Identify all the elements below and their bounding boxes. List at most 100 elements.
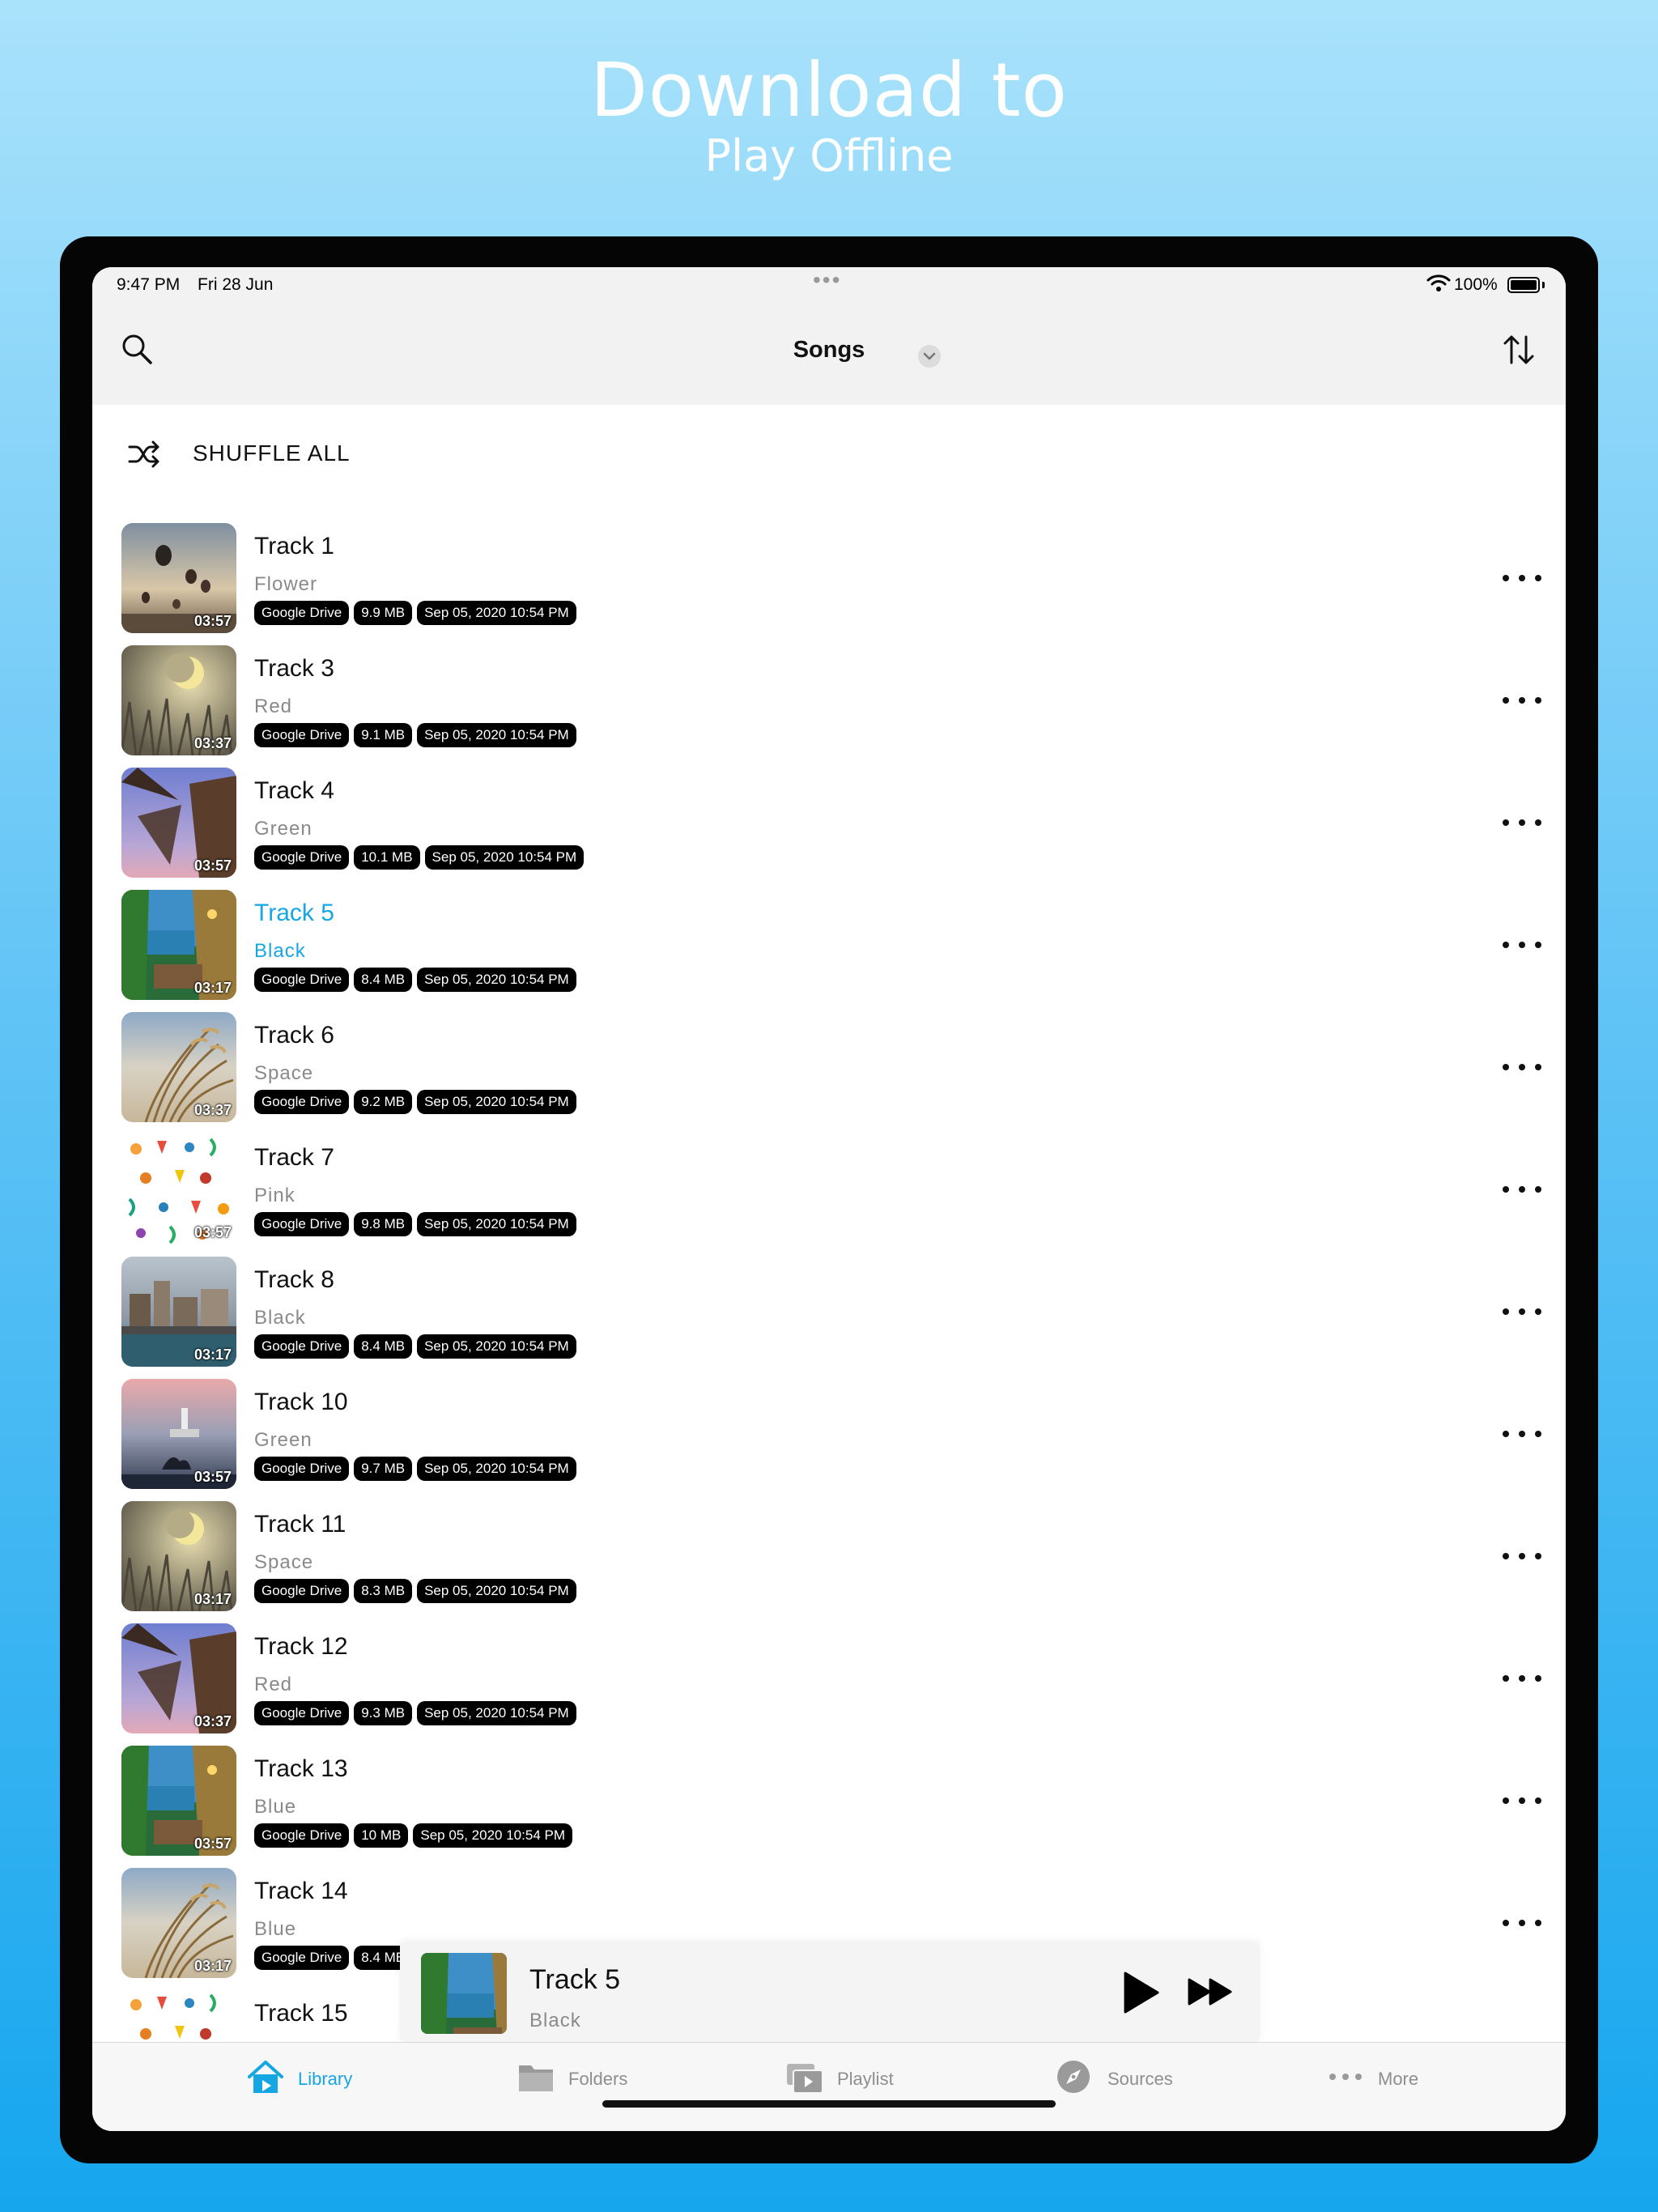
track-tags: Google Drive 10.1 MB Sep 05, 2020 10:54 PM: [254, 845, 585, 870]
shuffle-icon: [128, 440, 159, 468]
track-row[interactable]: 03:37 Track 6 Space Google Drive 9.2 MB Sep 0…: [92, 1012, 1566, 1134]
source-badge: Google Drive: [254, 845, 350, 870]
more-options-icon[interactable]: [1501, 1054, 1543, 1078]
track-artwork: 03:17: [121, 1501, 236, 1611]
source-badge: Google Drive: [254, 1701, 350, 1725]
more-options-icon[interactable]: [1501, 1176, 1543, 1201]
track-artwork: 03:37: [121, 645, 236, 755]
track-row[interactable]: 03:57 Track 13 Blue Google Drive 10 MB Sep 05…: [92, 1746, 1566, 1868]
play-icon[interactable]: [1120, 1971, 1161, 2014]
tab-label: Sources: [1107, 2069, 1173, 2089]
track-title: Track 11: [254, 1511, 346, 1538]
track-artist: Red: [254, 696, 293, 717]
battery-tip: [1542, 282, 1545, 288]
date-badge: Sep 05, 2020 10:54 PM: [424, 845, 585, 870]
date-badge: Sep 05, 2020 10:54 PM: [417, 1457, 576, 1481]
date-badge: Sep 05, 2020 10:54 PM: [417, 968, 576, 992]
track-title: Track 6: [254, 1022, 334, 1049]
track-artwork: 03:57: [121, 1746, 236, 1856]
track-row[interactable]: 03:17 Track 5 Black Google Drive 8.4 MB Sep 0…: [92, 890, 1566, 1012]
source-badge: Google Drive: [254, 1334, 350, 1359]
source-badge: Google Drive: [254, 1579, 350, 1603]
track-artist: Blue: [254, 1918, 297, 1940]
status-bar: 9:47 PM Fri 28 Jun ••• 100%: [92, 267, 1566, 304]
source-badge: Google Drive: [254, 723, 350, 747]
size-badge: 8.4 MB: [354, 1334, 413, 1359]
track-title: Track 3: [254, 655, 334, 682]
track-artist: Space: [254, 1062, 314, 1084]
fast-forward-icon[interactable]: [1187, 1977, 1234, 2006]
folder-icon: [519, 2065, 553, 2091]
track-artist: Red: [254, 1674, 293, 1695]
date-badge: Sep 05, 2020 10:54 PM: [417, 601, 576, 625]
track-artist: Black: [254, 940, 306, 962]
nav-bar: Songs: [92, 304, 1566, 405]
more-options-icon[interactable]: [1501, 1421, 1543, 1445]
multitask-dots-icon[interactable]: •••: [813, 267, 841, 293]
battery-icon: [1507, 277, 1540, 293]
more-options-icon[interactable]: [1501, 1665, 1543, 1690]
track-duration: 03:57: [193, 1469, 232, 1485]
size-badge: 8.4 MB: [354, 968, 413, 992]
track-duration: 03:57: [193, 613, 232, 629]
track-duration: 03:57: [193, 857, 232, 874]
track-row[interactable]: 03:17 Track 8 Black Google Drive 8.4 MB Sep 0…: [92, 1257, 1566, 1379]
track-tags: Google Drive 10 MB Sep 05, 2020 10:54 PM: [254, 1823, 572, 1848]
more-options-icon[interactable]: [1501, 1910, 1543, 1934]
source-badge: Google Drive: [254, 1090, 350, 1114]
more-options-icon[interactable]: [1501, 1543, 1543, 1568]
more-options-icon[interactable]: [1501, 1788, 1543, 1812]
track-row[interactable]: 03:57 Track 4 Green Google Drive 10.1 MB Sep …: [92, 768, 1566, 890]
more-options-icon[interactable]: [1501, 810, 1543, 834]
track-artwork: 03:17: [121, 1257, 236, 1367]
track-row[interactable]: 03:17 Track 11 Space Google Drive 8.3 MB Sep …: [92, 1501, 1566, 1623]
source-badge: Google Drive: [254, 1457, 350, 1481]
size-badge: 8.3 MB: [354, 1579, 413, 1603]
track-title: Track 7: [254, 1144, 334, 1171]
track-artwork: 03:57: [121, 1134, 236, 1244]
track-duration: 03:37: [193, 735, 232, 751]
track-artist: Blue: [254, 1796, 297, 1818]
track-tags: Google Drive 9.3 MB Sep 05, 2020 10:54 PM: [254, 1701, 576, 1725]
track-tags: Google Drive 9.2 MB Sep 05, 2020 10:54 PM: [254, 1090, 576, 1114]
tab-label: Playlist: [837, 2069, 894, 2089]
track-title: Track 5: [254, 900, 334, 926]
battery-percent: 100%: [1454, 275, 1498, 294]
compass-icon: [1057, 2061, 1090, 2093]
page-title[interactable]: Songs: [92, 337, 1566, 364]
more-dots-icon: [1329, 2074, 1362, 2080]
more-options-icon[interactable]: [1501, 565, 1543, 589]
chevron-down-icon[interactable]: [918, 345, 941, 368]
source-badge: Google Drive: [254, 1212, 350, 1236]
track-tags: Google Drive8.4 MBSep 05, 2020 10:54 PM: [254, 968, 576, 992]
size-badge: 9.7 MB: [354, 1457, 413, 1481]
source-badge: Google Drive: [254, 968, 350, 992]
size-badge: 10 MB: [354, 1823, 409, 1848]
track-tags: Google Drive 9.1 MB Sep 05, 2020 10:54 PM: [254, 723, 576, 747]
tablet-frame: 9:47 PM Fri 28 Jun ••• 100% Songs SHUFFL…: [60, 236, 1598, 2163]
track-tags: Google Drive 9.7 MB Sep 05, 2020 10:54 PM: [254, 1457, 576, 1481]
more-options-icon[interactable]: [1501, 1299, 1543, 1323]
hero-subtitle: Play Offline: [704, 130, 954, 181]
shuffle-all-button[interactable]: SHUFFLE ALL: [128, 405, 695, 505]
track-title: Track 10: [254, 1389, 348, 1415]
tab-label: Library: [298, 2069, 353, 2089]
track-row[interactable]: 03:57 Track 7 Pink Google Drive 9.8 MB Sep 05…: [92, 1134, 1566, 1257]
now-playing-artwork: [421, 1953, 507, 2034]
more-options-icon[interactable]: [1501, 687, 1543, 712]
home-indicator[interactable]: [602, 2100, 1056, 2108]
track-title: Track 12: [254, 1633, 348, 1660]
track-row[interactable]: 03:57 Track 1 Flower Google Drive 9.9 MB Sep …: [92, 523, 1566, 645]
source-badge: Google Drive: [254, 601, 350, 625]
track-row[interactable]: 03:57 Track 10 Green Google Drive 9.7 MB Sep …: [92, 1379, 1566, 1501]
mini-player[interactable]: Track 5 Black: [400, 1942, 1260, 2042]
track-artwork: 03:17: [121, 1868, 236, 1978]
track-row[interactable]: 03:37 Track 3 Red Google Drive 9.1 MB Sep 05,…: [92, 645, 1566, 768]
date-badge: Sep 05, 2020 10:54 PM: [417, 1334, 576, 1359]
track-row[interactable]: 03:37 Track 12 Red Google Drive 9.3 MB Sep 05…: [92, 1623, 1566, 1746]
track-artist: Green: [254, 818, 312, 840]
size-badge: 9.8 MB: [354, 1212, 413, 1236]
sort-icon[interactable]: [1501, 332, 1537, 368]
wifi-icon: [1426, 274, 1451, 291]
more-options-icon[interactable]: [1501, 932, 1543, 956]
